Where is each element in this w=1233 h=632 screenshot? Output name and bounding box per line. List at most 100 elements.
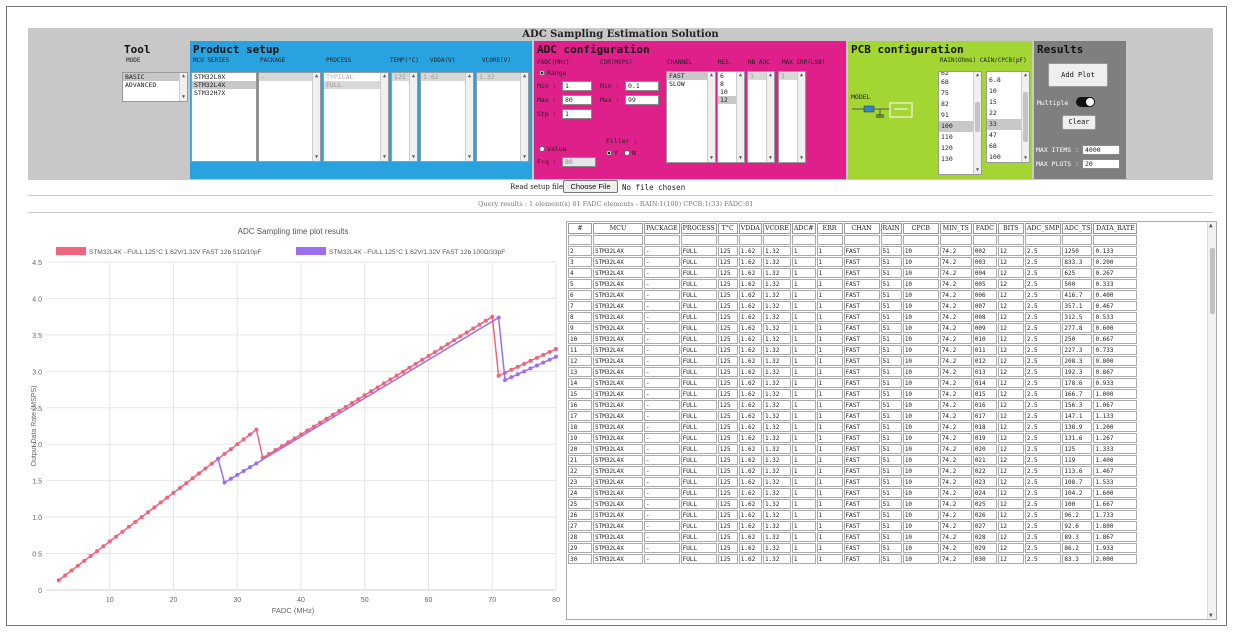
package-option[interactable]: - [259,73,320,81]
choose-file-button[interactable]: Choose File [563,180,618,193]
table-row[interactable] [568,235,1138,245]
mode-option-advanced[interactable]: ADVANCED [123,81,187,89]
table-row[interactable]: 8 STM32L4X - FULL 125 1.62 1.32 1 1 FAST 51 10 74.2 0… [568,312,1138,322]
table-row[interactable]: 7 STM32L4X - FULL 125 1.62 1.32 1 1 FAST 51 10 74.2 0… [568,301,1138,311]
scroll-up-icon[interactable]: ▲ [381,73,388,80]
scroll-up-icon[interactable]: ▲ [466,73,473,80]
nb-adc-scrollbar[interactable]: ▲ ▼ [766,72,774,162]
column-header[interactable]: ADC# [791,223,816,234]
column-header[interactable]: T°C [717,223,738,234]
column-header[interactable]: VCORE [762,223,791,234]
radio-selected-icon[interactable] [539,70,545,76]
radio-unselected-icon[interactable] [539,146,545,152]
table-row[interactable]: 16 STM32L4X - FULL 125 1.62 1.32 1 1 FAST 51 10 74.2… [568,400,1138,410]
vcore-listbox[interactable]: 1.32 ▲ ▼ [476,72,529,162]
column-header[interactable]: VDDA [738,223,762,234]
scroll-down-icon[interactable]: ▼ [180,94,187,101]
radio-selected-icon[interactable] [606,150,612,156]
table-row[interactable]: 14 STM32L4X - FULL 125 1.62 1.32 1 1 FAST 51 10 74.2… [568,378,1138,388]
column-header[interactable]: DATA_RATE [1093,223,1138,234]
filter-y-radio[interactable]: Y [606,149,618,157]
scroll-down-icon[interactable]: ▼ [313,154,320,161]
max-items-input[interactable]: 4000 [1082,145,1120,155]
max-err-scrollbar[interactable]: ▲ ▼ [797,72,805,162]
add-plot-button[interactable]: Add Plot [1048,63,1108,87]
table-row[interactable]: 20 STM32L4X - FULL 125 1.62 1.32 1 1 FAST 51 10 74.2… [568,444,1138,454]
scroll-up-icon[interactable]: ▲ [1209,222,1213,229]
table-row[interactable]: 9 STM32L4X - FULL 125 1.62 1.32 1 1 FAST 51 10 74.2 0… [568,323,1138,333]
rain-scrollbar[interactable]: ▲ ▼ [973,72,981,174]
cdr-min-input[interactable]: 0.1 [625,81,659,91]
column-header[interactable]: RAIN [880,223,902,234]
scroll-up-icon[interactable]: ▲ [410,73,417,80]
table-row[interactable]: 6 STM32L4X - FULL 125 1.62 1.32 1 1 FAST 51 10 74.2 0… [568,290,1138,300]
scroll-down-icon[interactable]: ▼ [974,167,981,174]
mcu-series-listbox[interactable]: STM32L0X STM32L4X STM32H7X [191,72,257,162]
res-scrollbar[interactable]: ▲ ▼ [736,72,744,162]
mode-option-basic[interactable]: BASIC [123,73,187,81]
table-row[interactable]: 24 STM32L4X - FULL 125 1.62 1.32 1 1 FAST 51 10 74.2… [568,488,1138,498]
column-header[interactable]: BITS [997,223,1024,234]
clear-button[interactable]: Clear [1062,115,1096,130]
column-header[interactable]: PACKAGE [644,223,680,234]
table-row[interactable]: 26 STM32L4X - FULL 125 1.62 1.32 1 1 FAST 51 10 74.2… [568,510,1138,520]
table-row[interactable]: 17 STM32L4X - FULL 125 1.62 1.32 1 1 FAST 51 10 74.2… [568,411,1138,421]
table-row[interactable]: 15 STM32L4X - FULL 125 1.62 1.32 1 1 FAST 51 10 74.2… [568,389,1138,399]
cdr-max-input[interactable]: 99 [625,95,659,105]
table-row[interactable]: 11 STM32L4X - FULL 125 1.62 1.32 1 1 FAST 51 10 74.2… [568,345,1138,355]
vdda-listbox[interactable]: 1.62 ▲ ▼ [420,72,474,162]
radio-unselected-icon[interactable] [624,150,630,156]
scroll-up-icon[interactable]: ▲ [708,72,715,79]
package-scrollbar[interactable]: ▲ ▼ [312,73,320,161]
table-row[interactable]: 5 STM32L4X - FULL 125 1.62 1.32 1 1 FAST 51 10 74.2 0… [568,279,1138,289]
nb-adc-listbox[interactable]: 1 ▲ ▼ [747,71,775,163]
column-header[interactable]: ERR [816,223,843,234]
mcu-option[interactable]: STM32L4X [192,81,256,89]
scroll-up-icon[interactable]: ▲ [798,72,805,79]
mode-scrollbar[interactable]: ▲ ▼ [179,73,187,101]
table-row[interactable]: 12 STM32L4X - FULL 125 1.62 1.32 1 1 FAST 51 10 74.2… [568,356,1138,366]
vdda-scrollbar[interactable]: ▲ ▼ [465,73,473,161]
scroll-down-icon[interactable]: ▼ [737,155,744,162]
value-radio[interactable]: Value [539,145,567,153]
table-row[interactable]: 22 STM32L4X - FULL 125 1.62 1.32 1 1 FAST 51 10 74.2… [568,466,1138,476]
column-header[interactable]: # [568,223,592,234]
fadc-stp-input[interactable]: 1 [562,109,592,119]
table-row[interactable]: 18 STM32L4X - FULL 125 1.62 1.32 1 1 FAST 51 10 74.2… [568,422,1138,432]
temp-scrollbar[interactable]: ▲ ▼ [409,73,417,161]
temp-listbox[interactable]: 125 ▲ ▼ [391,72,418,162]
table-row[interactable]: 23 STM32L4X - FULL 125 1.62 1.32 1 1 FAST 51 10 74.2… [568,477,1138,487]
scroll-up-icon[interactable]: ▲ [737,72,744,79]
scroll-down-icon[interactable]: ▼ [381,154,388,161]
table-scrollbar[interactable]: ▲ ▼ [1207,222,1216,619]
table-row[interactable]: 28 STM32L4X - FULL 125 1.62 1.32 1 1 FAST 51 10 74.2… [568,532,1138,542]
column-header[interactable]: MCU [593,223,643,234]
table-row[interactable]: 2 STM32L4X - FULL 125 1.62 1.32 1 1 FAST 51 10 74.2 0… [568,246,1138,256]
table-row[interactable]: 27 STM32L4X - FULL 125 1.62 1.32 1 1 FAST 51 10 74.2… [568,521,1138,531]
process-listbox[interactable]: TYPICAL FULL ▲ ▼ [323,72,389,162]
scroll-up-icon[interactable]: ▲ [313,73,320,80]
column-header[interactable]: CHAN [843,223,880,234]
mcu-option[interactable]: STM32L0X [192,73,256,81]
scroll-up-icon[interactable]: ▲ [767,72,774,79]
mode-listbox[interactable]: BASIC ADVANCED ▲ ▼ [122,72,188,102]
table-row[interactable]: 4 STM32L4X - FULL 125 1.62 1.32 1 1 FAST 51 10 74.2 0… [568,268,1138,278]
scroll-thumb[interactable] [1023,92,1028,142]
scroll-down-icon[interactable]: ▼ [708,155,715,162]
scroll-up-icon[interactable]: ▲ [180,73,187,80]
filter-n-radio[interactable]: N [624,149,636,157]
column-header[interactable]: ADC_SMP [1024,223,1062,234]
table-row[interactable]: 30 STM32L4X - FULL 125 1.62 1.32 1 1 FAST 51 10 74.2… [568,554,1138,564]
mcu-option[interactable]: STM32H7X [192,89,256,97]
scroll-down-icon[interactable]: ▼ [798,155,805,162]
table-row[interactable]: 21 STM32L4X - FULL 125 1.62 1.32 1 1 FAST 51 10 74.2… [568,455,1138,465]
table-row[interactable]: 10 STM32L4X - FULL 125 1.62 1.32 1 1 FAST 51 10 74.2… [568,334,1138,344]
process-option[interactable]: TYPICAL [324,73,388,81]
scroll-up-icon[interactable]: ▲ [521,73,528,80]
table-row[interactable]: 13 STM32L4X - FULL 125 1.62 1.32 1 1 FAST 51 10 74.2… [568,367,1138,377]
scroll-thumb[interactable] [975,102,980,132]
channel-scrollbar[interactable]: ▲ ▼ [707,72,715,162]
scroll-down-icon[interactable]: ▼ [521,154,528,161]
table-row[interactable]: 25 STM32L4X - FULL 125 1.62 1.32 1 1 FAST 51 10 74.2… [568,499,1138,509]
max-plots-input[interactable]: 20 [1082,159,1120,169]
